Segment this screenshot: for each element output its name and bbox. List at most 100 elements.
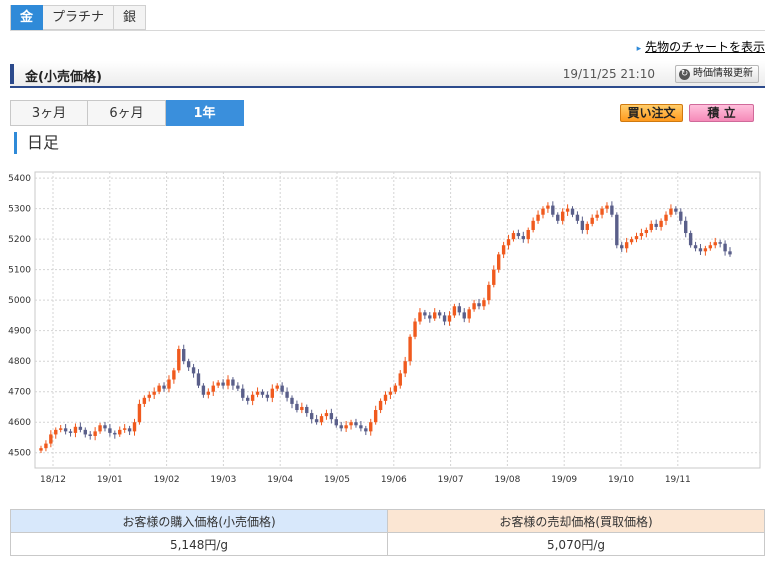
candle-body bbox=[541, 208, 545, 215]
candle-body bbox=[378, 400, 383, 411]
candle-body bbox=[221, 382, 225, 386]
candle-body bbox=[339, 425, 343, 429]
candle-body bbox=[713, 242, 717, 246]
candle-body bbox=[511, 233, 516, 240]
candle-body bbox=[305, 406, 309, 414]
tab-3-months[interactable]: 3ヶ月 bbox=[10, 100, 88, 126]
candle-body bbox=[575, 214, 580, 221]
candle-body bbox=[260, 391, 265, 395]
candle-body bbox=[595, 214, 599, 218]
candle-body bbox=[413, 321, 417, 337]
candle-body bbox=[186, 361, 191, 368]
candle-body bbox=[300, 406, 304, 411]
candle-body bbox=[693, 245, 698, 249]
candle-body bbox=[142, 397, 147, 404]
candle-body bbox=[383, 394, 388, 401]
candle-body bbox=[93, 431, 97, 436]
y-tick-label: 5100 bbox=[8, 266, 31, 276]
candle-body bbox=[398, 373, 402, 386]
futures-chart-link[interactable]: ▸ 先物のチャートを表示 bbox=[637, 38, 765, 55]
candle-body bbox=[728, 251, 732, 255]
candle-body bbox=[73, 426, 78, 433]
candle-body bbox=[403, 361, 407, 374]
price-table: お客様の購入価格(小売価格) お客様の売却価格(買取価格) 5,148円/g 5… bbox=[10, 509, 765, 556]
candle-body bbox=[201, 385, 206, 395]
period-tabs: 3ヶ月 6ヶ月 1年 bbox=[10, 100, 244, 126]
candle-body bbox=[610, 205, 614, 215]
candle-body bbox=[482, 300, 486, 307]
candle-body bbox=[659, 220, 663, 227]
candle-body bbox=[615, 214, 619, 246]
candle-body bbox=[167, 379, 171, 389]
candle-body bbox=[708, 245, 713, 249]
x-tick-label: 18/12 bbox=[40, 475, 66, 485]
candle-body bbox=[241, 388, 245, 398]
candle-body bbox=[127, 428, 132, 432]
candle-body bbox=[565, 208, 570, 212]
candle-body bbox=[68, 431, 73, 433]
price-timestamp: 19/11/25 21:10 bbox=[562, 67, 655, 81]
section-heading: 日足 bbox=[14, 132, 59, 154]
candle-body bbox=[620, 245, 624, 249]
x-tick-label: 19/11 bbox=[665, 475, 691, 485]
tab-1-year[interactable]: 1年 bbox=[166, 100, 244, 126]
plot-area bbox=[34, 171, 761, 469]
candle-body bbox=[506, 239, 511, 246]
candle-body bbox=[408, 336, 412, 362]
candle-body bbox=[108, 428, 112, 433]
x-tick-label: 19/10 bbox=[608, 475, 634, 485]
tab-6-months[interactable]: 6ヶ月 bbox=[88, 100, 166, 126]
candle-body bbox=[295, 403, 299, 411]
page-title: 金(小売価格) bbox=[25, 70, 102, 85]
candle-body bbox=[585, 223, 589, 230]
candle-body bbox=[280, 385, 284, 392]
tab-platinum[interactable]: プラチナ bbox=[43, 5, 115, 30]
candle-body bbox=[477, 303, 481, 307]
candle-body bbox=[255, 391, 260, 395]
candle-body bbox=[98, 425, 102, 432]
candle-body bbox=[624, 242, 629, 249]
candle-body bbox=[423, 312, 427, 316]
candle-body bbox=[88, 434, 92, 436]
x-tick-label: 19/02 bbox=[154, 475, 180, 485]
candle-body bbox=[147, 394, 151, 398]
candle-body bbox=[182, 348, 186, 362]
accumulate-button[interactable]: 積 立 bbox=[689, 104, 754, 122]
x-tick-label: 19/09 bbox=[551, 475, 577, 485]
tabs-divider bbox=[10, 30, 765, 31]
y-tick-label: 4700 bbox=[8, 388, 31, 398]
candle-body bbox=[644, 229, 649, 234]
candle-body bbox=[172, 370, 176, 380]
candle-body bbox=[600, 208, 604, 215]
candle-body bbox=[428, 315, 432, 319]
y-tick-label: 5000 bbox=[8, 296, 31, 306]
candle-body bbox=[487, 284, 491, 301]
candle-body bbox=[359, 425, 363, 429]
candle-body bbox=[319, 416, 324, 423]
sell-price-header: お客様の売却価格(買取価格) bbox=[387, 509, 765, 533]
candle-body bbox=[314, 419, 319, 423]
candle-body bbox=[723, 243, 727, 252]
update-prices-label: 時価情報更新 bbox=[693, 68, 753, 79]
tab-silver[interactable]: 銀 bbox=[114, 5, 147, 30]
candle-body bbox=[324, 413, 329, 417]
candle-body bbox=[211, 385, 215, 392]
candle-body bbox=[388, 391, 393, 395]
arrow-right-icon: ▸ bbox=[636, 44, 642, 54]
tab-gold[interactable]: 金 bbox=[11, 5, 44, 30]
candle-body bbox=[437, 312, 442, 316]
candle-body bbox=[334, 419, 338, 426]
candle-body bbox=[137, 403, 142, 423]
candle-body bbox=[462, 312, 466, 319]
candle-body bbox=[250, 394, 255, 401]
update-prices-button[interactable]: ↻ 時価情報更新 bbox=[675, 65, 759, 83]
candle-body bbox=[152, 391, 156, 395]
candle-body bbox=[452, 306, 457, 316]
candle-body bbox=[605, 205, 609, 209]
candle-body bbox=[118, 429, 122, 435]
buy-order-button[interactable]: 買い注文 bbox=[620, 104, 683, 122]
candle-body bbox=[501, 245, 506, 255]
candle-body bbox=[556, 214, 560, 221]
candle-body bbox=[270, 388, 275, 398]
candle-body bbox=[177, 348, 181, 371]
